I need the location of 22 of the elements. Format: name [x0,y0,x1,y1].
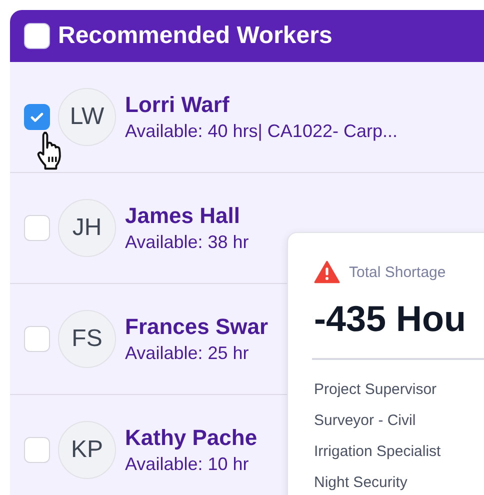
worker-availability: Available: 25 hr [125,343,250,364]
worker-checkbox[interactable] [24,104,50,130]
select-all-checkbox[interactable] [24,23,50,49]
shortage-value: -435 Hou [314,298,466,340]
role-name: Night Security [314,473,408,493]
avatar-initials: FS [58,310,116,368]
worker-name: James Hall [125,203,241,229]
worker-availability: Available: 10 hr [125,454,250,475]
card-title: Recommended Workers [58,22,332,50]
avatar-initials: LW [58,88,116,146]
worker-availability: Available: 38 hr [125,232,249,253]
worker-name: Frances Swar [125,314,268,340]
role-name: Surveyor - Civil [314,411,416,431]
worker-name: Lorri Warf [125,92,230,118]
role-name: Irrigation Specialist [314,442,441,462]
role-name: Project Supervisor [314,380,437,400]
avatar-initials: KP [58,421,116,479]
avatar-initials: JH [58,199,116,257]
worker-availability: Available: 40 hrs| CA1022- Carp... [125,121,398,142]
warning-icon [314,260,340,284]
worker-name: Kathy Pache [125,425,258,451]
shortage-label: Total Shortage [349,264,446,280]
